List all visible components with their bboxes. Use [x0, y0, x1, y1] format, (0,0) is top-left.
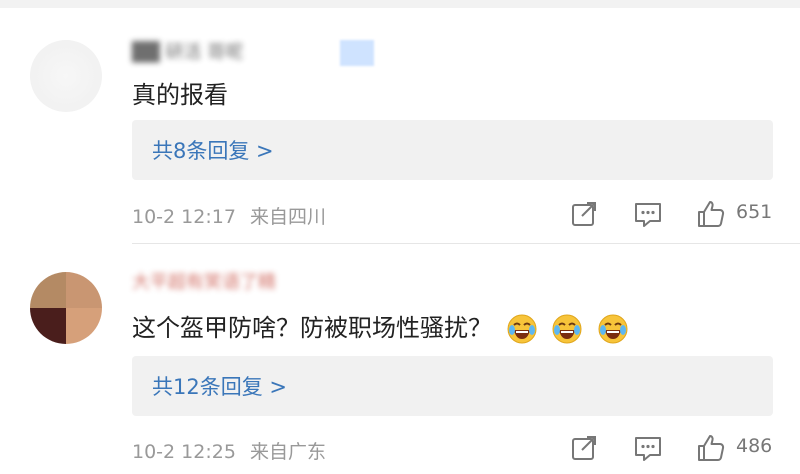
- comment-time: 10-2 12:17: [132, 206, 236, 228]
- comment-meta: 10-2 12:17 来自四川: [132, 202, 326, 229]
- username[interactable]: 大平超有笑语了精: [132, 268, 276, 294]
- view-replies-button[interactable]: 共8条回复 >: [132, 120, 773, 180]
- laughing-tears-emoji-icon: [507, 314, 537, 344]
- previous-comment-edge: [0, 0, 800, 8]
- thumbs-up-icon[interactable]: [695, 432, 727, 464]
- replies-label: 共8条回复 >: [152, 139, 274, 163]
- comment-icon[interactable]: [632, 432, 664, 464]
- comment-text: 真的报看: [132, 81, 228, 109]
- comment-location: 来自广东: [249, 441, 326, 463]
- avatar[interactable]: [30, 40, 102, 112]
- comment-location: 来自四川: [249, 206, 326, 228]
- username[interactable]: ██ 研活 哥呢: [132, 38, 243, 64]
- replies-label: 共12条回复 >: [152, 375, 287, 399]
- view-replies-button[interactable]: 共12条回复 >: [132, 356, 773, 416]
- comment-actions: 651: [560, 198, 785, 232]
- comment-meta: 10-2 12:25 来自广东: [132, 437, 326, 464]
- like-count: 486: [736, 435, 773, 457]
- share-icon[interactable]: [568, 432, 600, 464]
- avatar[interactable]: [30, 272, 102, 344]
- user-badge: [340, 40, 374, 66]
- like-count: 651: [736, 201, 773, 223]
- share-icon[interactable]: [568, 198, 600, 230]
- comment-actions: 486: [560, 432, 785, 466]
- laughing-tears-emoji-icon: [598, 314, 628, 344]
- thumbs-up-icon[interactable]: [695, 198, 727, 230]
- comment-text-content: 这个盔甲防啥？防被职场性骚扰？: [132, 314, 492, 342]
- comment-divider: [132, 243, 800, 244]
- comment-time: 10-2 12:25: [132, 441, 236, 463]
- comment-icon[interactable]: [632, 198, 664, 230]
- comment-text: 这个盔甲防啥？防被职场性骚扰？: [132, 308, 629, 345]
- laughing-tears-emoji-icon: [552, 314, 582, 344]
